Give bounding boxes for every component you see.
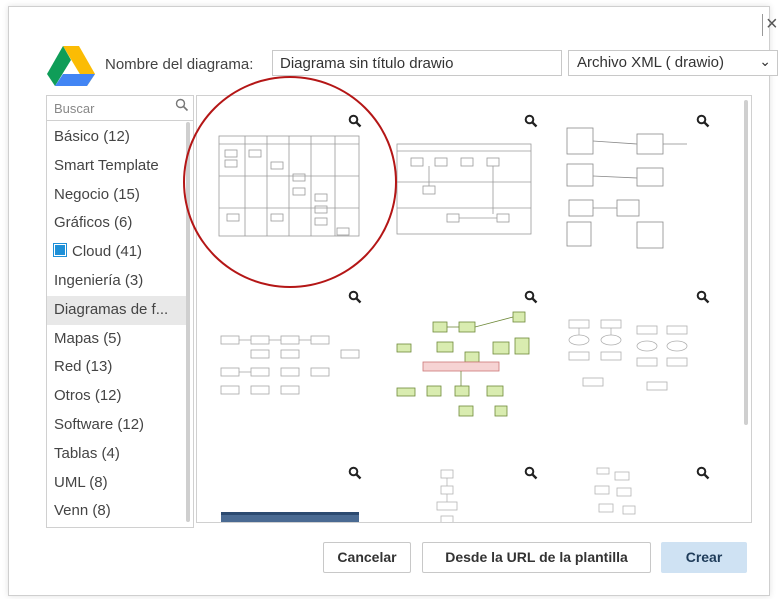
file-format-select[interactable]: Archivo XML ( drawio) ⌄ bbox=[568, 50, 778, 76]
category-list: Básico (12) Smart Template Negocio (15) Grá… bbox=[47, 123, 187, 526]
search-placeholder: Buscar bbox=[54, 101, 95, 116]
cloud-square-icon bbox=[53, 243, 67, 258]
category-sidebar: Buscar Básico (12) Smart Template Negocio … bbox=[46, 95, 194, 528]
template-thumbnail-7[interactable] bbox=[221, 512, 359, 523]
preview-zoom-icon[interactable] bbox=[524, 290, 538, 304]
sidebar-category-item[interactable]: Ingeniería (3) bbox=[47, 267, 187, 296]
sidebar-category-label: Mapas (5) bbox=[54, 329, 122, 347]
search-icon[interactable] bbox=[175, 98, 189, 112]
sidebar-category-label: Gráficos (6) bbox=[54, 214, 133, 232]
sidebar-category-label: Ingeniería (3) bbox=[54, 271, 144, 289]
sidebar-category-label: Red (13) bbox=[54, 358, 113, 376]
sidebar-category-label: Diagramas de f... bbox=[54, 300, 169, 318]
chevron-down-icon: ⌄ bbox=[759, 53, 771, 69]
sidebar-category-item[interactable]: Venn (8) bbox=[47, 497, 187, 526]
sidebar-category-label: Tablas (4) bbox=[54, 444, 120, 462]
sidebar-category-item[interactable]: UML (8) bbox=[47, 469, 187, 498]
template-thumbnail-3[interactable] bbox=[566, 127, 687, 249]
file-format-value: Archivo XML ( drawio) bbox=[577, 54, 724, 71]
sidebar-category-label: Cloud (41) bbox=[72, 243, 143, 261]
close-divider bbox=[762, 14, 763, 36]
highlight-circle-annotation bbox=[183, 76, 397, 288]
diagram-name-input[interactable] bbox=[272, 50, 562, 76]
close-icon[interactable]: × bbox=[766, 12, 778, 36]
preview-zoom-icon[interactable] bbox=[348, 290, 362, 304]
cancel-button[interactable]: Cancelar bbox=[323, 542, 411, 573]
sidebar-category-label: Software (12) bbox=[54, 415, 145, 433]
sidebar-category-label: UML (8) bbox=[54, 473, 108, 491]
create-button[interactable]: Crear bbox=[661, 542, 747, 573]
search-input[interactable]: Buscar bbox=[47, 96, 193, 121]
preview-zoom-icon[interactable] bbox=[524, 466, 538, 480]
from-template-url-button[interactable]: Desde la URL de la plantilla bbox=[422, 542, 651, 573]
template-thumbnail-6[interactable] bbox=[568, 319, 688, 391]
sidebar-category-item[interactable]: Tablas (4) bbox=[47, 440, 187, 469]
gallery-scrollbar[interactable] bbox=[744, 100, 748, 425]
sidebar-category-item[interactable]: Smart Template bbox=[47, 152, 187, 181]
preview-zoom-icon[interactable] bbox=[696, 466, 710, 480]
sidebar-category-item[interactable]: Básico (12) bbox=[47, 123, 187, 152]
preview-zoom-icon[interactable] bbox=[348, 466, 362, 480]
sidebar-category-item[interactable]: Negocio (15) bbox=[47, 181, 187, 210]
template-thumbnail-8[interactable] bbox=[436, 469, 458, 523]
preview-zoom-icon[interactable] bbox=[696, 114, 710, 128]
sidebar-category-item[interactable]: Mapas (5) bbox=[47, 325, 187, 354]
google-drive-logo-icon bbox=[47, 46, 95, 86]
sidebar-category-item[interactable]: Software (12) bbox=[47, 411, 187, 440]
sidebar-category-item[interactable]: Otros (12) bbox=[47, 382, 187, 411]
preview-zoom-icon[interactable] bbox=[524, 114, 538, 128]
template-thumbnail-9[interactable] bbox=[594, 467, 636, 515]
sidebar-category-label: Otros (12) bbox=[54, 387, 122, 405]
sidebar-category-label: Smart Template bbox=[54, 156, 159, 174]
template-thumbnail-4[interactable] bbox=[220, 335, 360, 395]
sidebar-category-item[interactable]: Red (13) bbox=[47, 353, 187, 382]
sidebar-category-label: Negocio (15) bbox=[54, 185, 140, 203]
template-thumbnail-5[interactable] bbox=[396, 311, 530, 417]
diagram-name-label: Nombre del diagrama: bbox=[105, 56, 254, 73]
sidebar-category-item[interactable]: Diagramas de f... bbox=[47, 295, 187, 325]
sidebar-category-label: Venn (8) bbox=[54, 502, 111, 520]
sidebar-category-label: Básico (12) bbox=[54, 128, 130, 145]
template-thumbnail-2[interactable] bbox=[396, 143, 532, 235]
preview-zoom-icon[interactable] bbox=[696, 290, 710, 304]
sidebar-category-item[interactable]: Cloud (41) bbox=[47, 238, 187, 267]
sidebar-category-item[interactable]: Gráficos (6) bbox=[47, 209, 187, 238]
